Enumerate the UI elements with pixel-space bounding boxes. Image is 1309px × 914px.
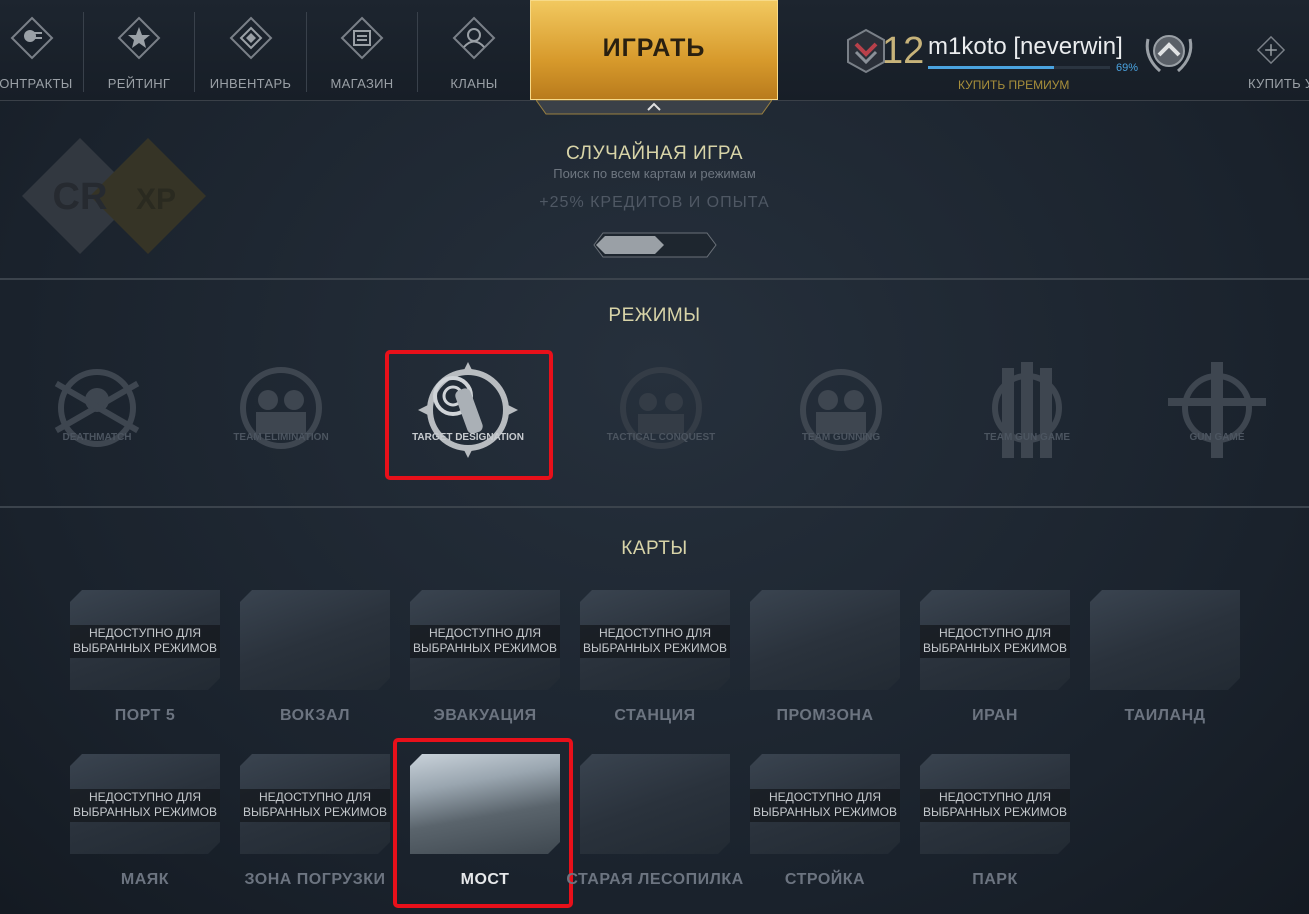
collapse-play-menu-tab[interactable] xyxy=(536,100,772,116)
mode-team-elimination[interactable]: TEAM ELIMINATION xyxy=(206,358,356,470)
map-card-port5[interactable]: НЕДОСТУПНО ДЛЯ ВЫБРАННЫХ РЕЖИМОВ ПОРТ 5 xyxy=(70,590,220,724)
team-elimination-icon xyxy=(240,367,322,449)
modes-title: РЕЖИМЫ xyxy=(608,305,701,326)
mode-label: TEAM GUNNING xyxy=(801,432,881,443)
nav-shop[interactable]: МАГАЗИН xyxy=(307,0,417,100)
top-navigation-bar: КОНТРАКТЫ РЕЙТИНГ ИНВЕНТАРЬ МАГАЗИН КЛАН… xyxy=(0,0,1309,101)
inventory-icon xyxy=(229,16,272,60)
map-name: ПАРК xyxy=(972,871,1018,888)
nav-clans-label: КЛАНЫ xyxy=(450,76,498,91)
team-gunning-icon xyxy=(800,369,882,451)
map-card-vokzal[interactable]: ВОКЗАЛ xyxy=(240,590,390,724)
map-unavailable-overlay: НЕДОСТУПНО ДЛЯ ВЫБРАННЫХ РЕЖИМОВ xyxy=(580,625,730,658)
xp-percent: 69% xyxy=(1116,62,1139,74)
map-card-station[interactable]: НЕДОСТУПНО ДЛЯ ВЫБРАННЫХ РЕЖИМОВ СТАНЦИЯ xyxy=(580,590,730,724)
clans-icon xyxy=(452,16,496,60)
map-card-mayak[interactable]: НЕДОСТУПНО ДЛЯ ВЫБРАННЫХ РЕЖИМОВ МАЯК xyxy=(70,754,220,888)
play-menu-screen: КОНТРАКТЫ РЕЙТИНГ ИНВЕНТАРЬ МАГАЗИН КЛАН… xyxy=(0,0,1309,914)
section-divider xyxy=(0,278,1309,280)
mode-label: GUN GAME xyxy=(1189,432,1245,443)
nav-contracts[interactable]: КОНТРАКТЫ xyxy=(0,0,84,100)
map-unavailable-overlay: НЕДОСТУПНО ДЛЯ ВЫБРАННЫХ РЕЖИМОВ xyxy=(750,789,900,822)
buy-premium-link[interactable]: КУПИТЬ ПРЕМИУМ xyxy=(958,78,1069,92)
map-thumbnail xyxy=(1090,590,1240,690)
contracts-icon xyxy=(10,16,54,60)
random-game-title: СЛУЧАЙНАЯ ИГРА xyxy=(565,143,744,164)
nav-rating[interactable]: РЕЙТИНГ xyxy=(84,0,194,100)
xp-progress-bar xyxy=(928,66,1110,69)
map-unavailable-overlay: НЕДОСТУПНО ДЛЯ ВЫБРАННЫХ РЕЖИМОВ xyxy=(70,625,220,658)
mode-deathmatch[interactable]: DEATHMATCH xyxy=(22,358,172,470)
nav-inventory[interactable]: ИНВЕНТАРЬ xyxy=(195,0,306,100)
map-card-stroyka[interactable]: НЕДОСТУПНО ДЛЯ ВЫБРАННЫХ РЕЖИМОВ СТРОЙКА xyxy=(750,754,900,888)
map-card-thailand[interactable]: ТАИЛАНД xyxy=(1090,590,1240,724)
map-card-evacuation[interactable]: НЕДОСТУПНО ДЛЯ ВЫБРАННЫХ РЕЖИМОВ ЭВАКУАЦИ… xyxy=(410,590,560,724)
nav-rating-label: РЕЙТИНГ xyxy=(107,76,171,91)
map-unavailable-overlay: НЕДОСТУПНО ДЛЯ ВЫБРАННЫХ РЕЖИМОВ xyxy=(410,625,560,658)
map-thumbnail xyxy=(240,590,390,690)
random-game-toggle[interactable] xyxy=(593,232,717,258)
nav-inventory-label: ИНВЕНТАРЬ xyxy=(209,76,292,91)
map-unavailable-overlay: НЕДОСТУПНО ДЛЯ ВЫБРАННЫХ РЕЖИМОВ xyxy=(70,789,220,822)
mode-tactical-conquest[interactable]: TACTICAL CONQUEST xyxy=(586,358,736,470)
play-button-label: ИГРАТЬ xyxy=(602,34,706,62)
nav-clans[interactable]: КЛАНЫ xyxy=(418,0,530,100)
selected-map-highlight xyxy=(393,738,573,908)
map-thumbnail xyxy=(580,754,730,854)
mode-label: TACTICAL CONQUEST xyxy=(606,432,716,443)
maps-title: КАРТЫ xyxy=(621,538,688,559)
nav-contracts-label: КОНТРАКТЫ xyxy=(0,76,73,91)
player-nickname: m1koto [neverwin] xyxy=(928,33,1123,60)
map-unavailable-overlay: НЕДОСТУПНО ДЛЯ ВЫБРАННЫХ РЕЖИМОВ xyxy=(920,625,1070,658)
player-level: 12 xyxy=(882,30,925,72)
map-thumbnail xyxy=(750,590,900,690)
map-unavailable-overlay: НЕДОСТУПНО ДЛЯ ВЫБРАННЫХ РЕЖИМОВ xyxy=(240,789,390,822)
map-card-old-sawmill[interactable]: СТАРАЯ ЛЕСОПИЛКА xyxy=(566,754,743,888)
map-card-promzona[interactable]: ПРОМЗОНА xyxy=(750,590,900,724)
random-game-subtitle: Поиск по всем картам и режимам xyxy=(553,166,756,181)
plus-icon xyxy=(1256,35,1286,65)
map-card-iran[interactable]: НЕДОСТУПНО ДЛЯ ВЫБРАННЫХ РЕЖИМОВ ИРАН xyxy=(920,590,1070,724)
selected-mode-highlight xyxy=(385,350,553,480)
rank-emblem-icon xyxy=(847,28,885,74)
mode-team-gun-game[interactable]: TEAM GUN GAME xyxy=(952,358,1102,470)
rating-star-icon xyxy=(117,16,161,60)
mode-label: TEAM GUN GAME xyxy=(983,432,1071,443)
mode-gun-game[interactable]: GUN GAME xyxy=(1142,358,1292,470)
mode-team-gunning[interactable]: TEAM GUNNING xyxy=(766,358,916,470)
gun-game-icon xyxy=(1168,362,1266,458)
section-divider xyxy=(0,506,1309,508)
map-card-loading-zone[interactable]: НЕДОСТУПНО ДЛЯ ВЫБРАННЫХ РЕЖИМОВ ЗОНА ПОГ… xyxy=(240,754,390,888)
nav-buy-label: КУПИТЬ У xyxy=(1248,76,1309,91)
map-card-park[interactable]: НЕДОСТУПНО ДЛЯ ВЫБРАННЫХ РЕЖИМОВ ПАРК xyxy=(920,754,1070,888)
mode-label: DEATHMATCH xyxy=(62,432,132,443)
shop-icon xyxy=(340,16,384,60)
random-game-bonus: +25% КРЕДИТОВ И ОПЫТА xyxy=(539,194,770,211)
map-name: ТАИЛАНД xyxy=(1124,707,1206,724)
team-gun-game-icon xyxy=(992,362,1062,458)
map-unavailable-overlay: НЕДОСТУПНО ДЛЯ ВЫБРАННЫХ РЕЖИМОВ xyxy=(920,789,1070,822)
premium-laurel-icon xyxy=(1145,35,1193,73)
xp-progress-fill xyxy=(928,66,1054,69)
nav-shop-label: МАГАЗИН xyxy=(330,76,394,91)
play-button[interactable]: ИГРАТЬ xyxy=(530,0,778,100)
nav-buy[interactable]: КУПИТЬ У xyxy=(1236,0,1309,100)
deathmatch-icon xyxy=(54,369,140,447)
mode-label: TEAM ELIMINATION xyxy=(233,432,329,443)
tactical-conquest-icon xyxy=(620,367,702,449)
